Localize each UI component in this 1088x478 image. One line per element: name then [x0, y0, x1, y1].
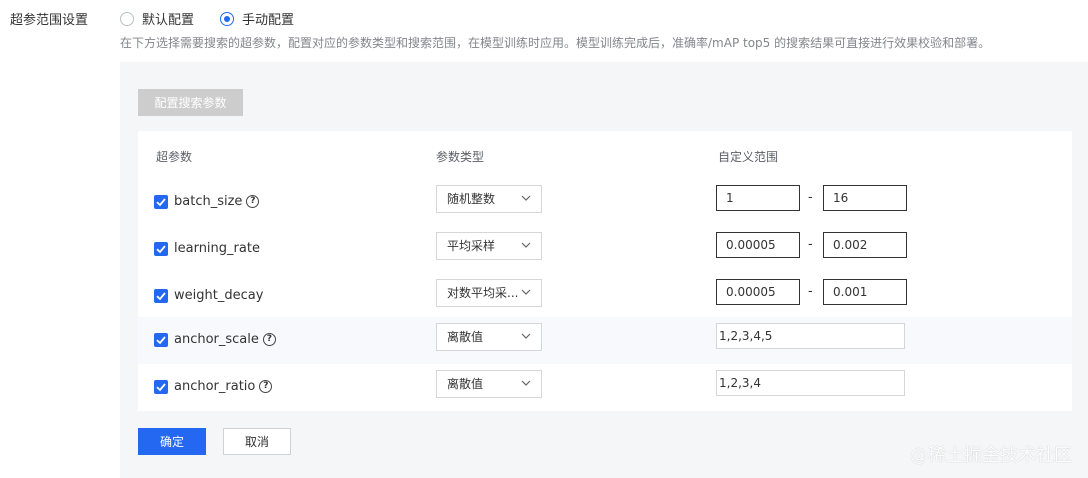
range-separator: -: [808, 190, 813, 205]
select-value: 离散值: [447, 377, 484, 391]
header-param-type: 参数类型: [436, 150, 485, 164]
range-max-input[interactable]: 0.001: [823, 279, 907, 305]
hyperparam-table: 超参数 参数类型 自定义范围 batch_size ? 随机整数 1 - 16 …: [138, 131, 1072, 411]
select-value: 平均采样: [447, 239, 496, 253]
field-label: 超参范围设置: [10, 13, 89, 28]
chevron-down-icon: [521, 289, 531, 295]
range-separator: -: [808, 237, 813, 252]
chevron-down-icon: [521, 195, 531, 201]
radio-label: 手动配置: [242, 13, 295, 28]
chevron-down-icon: [521, 380, 531, 386]
param-name-text: weight_decay: [174, 288, 264, 303]
row-checkbox[interactable]: [154, 333, 168, 347]
param-name: batch_size ?: [174, 194, 260, 209]
param-name: anchor_ratio ?: [174, 379, 273, 394]
confirm-button[interactable]: 确定: [138, 428, 206, 455]
check-icon: [156, 245, 166, 254]
row-checkbox[interactable]: [154, 289, 168, 303]
range-min-input[interactable]: 0.00005: [716, 279, 800, 305]
select-value: 对数平均采...: [447, 286, 519, 300]
select-value: 随机整数: [447, 192, 496, 206]
radio-label: 默认配置: [142, 13, 195, 28]
check-icon: [156, 336, 166, 345]
cancel-button[interactable]: 取消: [223, 428, 291, 455]
table-row: weight_decay 对数平均采... 0.00005 - 0.001: [138, 273, 1072, 320]
help-icon[interactable]: ?: [259, 380, 273, 393]
table-row: anchor_scale ? 离散值 1,2,3,4,5: [138, 317, 1072, 364]
range-separator: -: [808, 284, 813, 299]
param-name: anchor_scale ?: [174, 332, 276, 347]
param-type-select[interactable]: 离散值: [436, 370, 542, 398]
range-min-input[interactable]: 1: [716, 185, 800, 211]
chevron-down-icon: [521, 242, 531, 248]
param-name: weight_decay: [174, 288, 263, 303]
range-min-input[interactable]: 0.00005: [716, 232, 800, 258]
help-icon[interactable]: ?: [262, 333, 276, 346]
check-icon: [156, 383, 166, 392]
radio-circle-icon: [120, 11, 134, 26]
param-type-select[interactable]: 随机整数: [436, 185, 542, 213]
radio-manual-config[interactable]: 手动配置: [220, 9, 294, 28]
range-max-input[interactable]: 0.002: [823, 232, 907, 258]
row-checkbox[interactable]: [154, 380, 168, 394]
row-checkbox[interactable]: [154, 242, 168, 256]
watermark: @稀土掘金技术社区: [910, 445, 1072, 466]
select-value: 离散值: [447, 330, 484, 344]
discrete-values-input[interactable]: 1,2,3,4: [716, 370, 905, 396]
param-name-text: batch_size: [174, 194, 243, 209]
config-mode-radio-group: 默认配置 手动配置: [120, 9, 320, 28]
config-search-params-button[interactable]: 配置搜索参数: [138, 89, 243, 116]
range-max-input[interactable]: 16: [823, 185, 907, 211]
table-row: anchor_ratio ? 离散值 1,2,3,4: [138, 364, 1072, 411]
param-name-text: learning_rate: [174, 241, 260, 256]
param-type-select[interactable]: 离散值: [436, 323, 542, 351]
header-custom-range: 自定义范围: [718, 150, 779, 164]
help-icon[interactable]: ?: [246, 195, 260, 208]
param-name-text: anchor_scale: [174, 332, 259, 347]
row-checkbox[interactable]: [154, 195, 168, 209]
check-icon: [156, 292, 166, 301]
table-row: learning_rate 平均采样 0.00005 - 0.002: [138, 226, 1072, 273]
table-header: 超参数 参数类型 自定义范围: [138, 131, 1072, 179]
chevron-down-icon: [521, 333, 531, 339]
radio-selected-icon: [220, 11, 235, 26]
check-icon: [156, 198, 166, 207]
header-hyperparam: 超参数: [156, 150, 193, 164]
param-name: learning_rate: [174, 241, 260, 256]
radio-default-config[interactable]: 默认配置: [120, 9, 194, 28]
param-name-text: anchor_ratio: [174, 379, 256, 394]
table-row: batch_size ? 随机整数 1 - 16: [138, 179, 1072, 226]
field-description: 在下方选择需要搜索的超参数，配置对应的参数类型和搜索范围，在模型训练时应用。模型…: [120, 36, 991, 50]
discrete-values-input[interactable]: 1,2,3,4,5: [716, 323, 905, 349]
param-type-select[interactable]: 平均采样: [436, 232, 542, 260]
param-type-select[interactable]: 对数平均采...: [436, 279, 542, 307]
